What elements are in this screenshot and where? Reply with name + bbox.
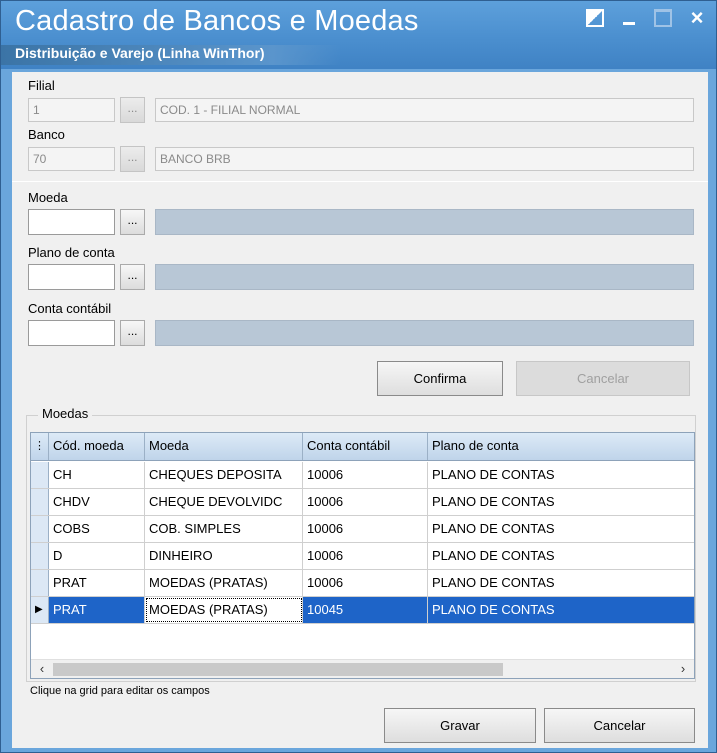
cell-conta-contabil[interactable]: 10006 bbox=[303, 516, 428, 542]
cell-conta-contabil[interactable]: 10045 bbox=[303, 597, 428, 623]
moedas-group-title: Moedas bbox=[38, 406, 93, 421]
row-indicator bbox=[31, 489, 49, 515]
column-header-cod-moeda[interactable]: Cód. moeda bbox=[49, 433, 145, 460]
cancelar-top-button: Cancelar bbox=[516, 361, 690, 396]
moeda-description-field bbox=[155, 209, 694, 235]
cell-conta-contabil[interactable]: 10006 bbox=[303, 570, 428, 596]
cell-plano-conta[interactable]: PLANO DE CONTAS bbox=[428, 597, 694, 623]
plano-conta-input[interactable] bbox=[28, 264, 115, 290]
form-body: Filial 1 ... COD. 1 - FILIAL NORMAL Banc… bbox=[12, 72, 708, 748]
table-row[interactable]: CHDV CHEQUE DEVOLVIDC 10006 PLANO DE CON… bbox=[31, 489, 694, 516]
conta-contabil-input[interactable] bbox=[28, 320, 115, 346]
plano-conta-lookup-button[interactable]: ... bbox=[120, 264, 145, 290]
horizontal-scrollbar[interactable]: ‹ › bbox=[31, 659, 694, 678]
plano-conta-description-field bbox=[155, 264, 694, 290]
cell-cod-moeda[interactable]: COBS bbox=[49, 516, 145, 542]
plano-conta-label: Plano de conta bbox=[28, 245, 115, 260]
cell-moeda[interactable]: DINHEIRO bbox=[145, 543, 303, 569]
table-row[interactable]: PRAT MOEDAS (PRATAS) 10006 PLANO DE CONT… bbox=[31, 570, 694, 597]
main-window: Cadastro de Bancos e Moedas Distribuição… bbox=[0, 0, 717, 753]
cell-moeda[interactable]: MOEDAS (PRATAS) bbox=[145, 570, 303, 596]
banco-label: Banco bbox=[28, 127, 65, 142]
filial-code-field: 1 bbox=[28, 98, 115, 122]
cell-moeda[interactable]: CHEQUE DEVOLVIDC bbox=[145, 489, 303, 515]
cell-cod-moeda[interactable]: CH bbox=[49, 462, 145, 488]
cell-plano-conta[interactable]: PLANO DE CONTAS bbox=[428, 462, 694, 488]
cell-plano-conta[interactable]: PLANO DE CONTAS bbox=[428, 516, 694, 542]
cell-cod-moeda[interactable]: PRAT bbox=[49, 570, 145, 596]
row-indicator bbox=[31, 516, 49, 542]
cell-moeda-focused[interactable]: MOEDAS (PRATAS) bbox=[145, 597, 303, 623]
conta-contabil-label: Conta contábil bbox=[28, 301, 112, 316]
table-row-selected[interactable]: ▶ PRAT MOEDAS (PRATAS) 10045 PLANO DE CO… bbox=[31, 597, 694, 624]
maximize-icon[interactable] bbox=[654, 9, 672, 27]
cell-plano-conta[interactable]: PLANO DE CONTAS bbox=[428, 489, 694, 515]
cancelar-button[interactable]: Cancelar bbox=[544, 708, 695, 743]
moeda-input[interactable] bbox=[28, 209, 115, 235]
cell-conta-contabil[interactable]: 10006 bbox=[303, 462, 428, 488]
moedas-grid[interactable]: ⋮ Cód. moeda Moeda Conta contábil Plano … bbox=[30, 432, 695, 679]
cell-cod-moeda[interactable]: D bbox=[49, 543, 145, 569]
table-row[interactable]: D DINHEIRO 10006 PLANO DE CONTAS bbox=[31, 543, 694, 570]
banco-description-field: BANCO BRB bbox=[155, 147, 694, 171]
banco-code-field: 70 bbox=[28, 147, 115, 171]
cell-cod-moeda[interactable]: PRAT bbox=[49, 597, 145, 623]
moeda-lookup-button[interactable]: ... bbox=[120, 209, 145, 235]
divider bbox=[12, 181, 708, 182]
filial-lookup-button: ... bbox=[120, 97, 145, 123]
conta-contabil-description-field bbox=[155, 320, 694, 346]
column-chooser-icon[interactable]: ⋮ bbox=[31, 433, 49, 460]
cell-moeda[interactable]: CHEQUES DEPOSITA bbox=[145, 462, 303, 488]
window-controls: × bbox=[586, 7, 706, 29]
scroll-right-icon[interactable]: › bbox=[674, 660, 692, 678]
column-header-plano-conta[interactable]: Plano de conta bbox=[428, 433, 694, 460]
title-bar[interactable]: Cadastro de Bancos e Moedas Distribuição… bbox=[1, 1, 716, 69]
confirma-button[interactable]: Confirma bbox=[377, 361, 503, 396]
grid-header: ⋮ Cód. moeda Moeda Conta contábil Plano … bbox=[31, 433, 694, 461]
cell-conta-contabil[interactable]: 10006 bbox=[303, 489, 428, 515]
row-pointer-icon: ▶ bbox=[31, 597, 49, 623]
minimize-icon[interactable] bbox=[620, 9, 638, 27]
row-indicator bbox=[31, 543, 49, 569]
table-row[interactable]: CH CHEQUES DEPOSITA 10006 PLANO DE CONTA… bbox=[31, 462, 694, 489]
cell-conta-contabil[interactable]: 10006 bbox=[303, 543, 428, 569]
window-title: Cadastro de Bancos e Moedas bbox=[15, 5, 419, 37]
filial-description-field: COD. 1 - FILIAL NORMAL bbox=[155, 98, 694, 122]
gravar-button[interactable]: Gravar bbox=[384, 708, 536, 743]
column-header-conta-contabil[interactable]: Conta contábil bbox=[303, 433, 428, 460]
row-indicator bbox=[31, 462, 49, 488]
scroll-thumb[interactable] bbox=[53, 663, 503, 676]
moeda-label: Moeda bbox=[28, 190, 68, 205]
table-row[interactable]: COBS COB. SIMPLES 10006 PLANO DE CONTAS bbox=[31, 516, 694, 543]
grid-hint-text: Clique na grid para editar os campos bbox=[30, 685, 210, 697]
cell-plano-conta[interactable]: PLANO DE CONTAS bbox=[428, 570, 694, 596]
row-indicator bbox=[31, 570, 49, 596]
cell-moeda[interactable]: COB. SIMPLES bbox=[145, 516, 303, 542]
window-subtitle: Distribuição e Varejo (Linha WinThor) bbox=[15, 45, 265, 61]
banco-lookup-button: ... bbox=[120, 146, 145, 172]
column-header-moeda[interactable]: Moeda bbox=[145, 433, 303, 460]
scroll-left-icon[interactable]: ‹ bbox=[33, 660, 51, 678]
cell-plano-conta[interactable]: PLANO DE CONTAS bbox=[428, 543, 694, 569]
conta-contabil-lookup-button[interactable]: ... bbox=[120, 320, 145, 346]
filial-label: Filial bbox=[28, 78, 55, 93]
restore-icon[interactable] bbox=[586, 9, 604, 27]
close-icon[interactable]: × bbox=[688, 7, 706, 29]
cell-cod-moeda[interactable]: CHDV bbox=[49, 489, 145, 515]
